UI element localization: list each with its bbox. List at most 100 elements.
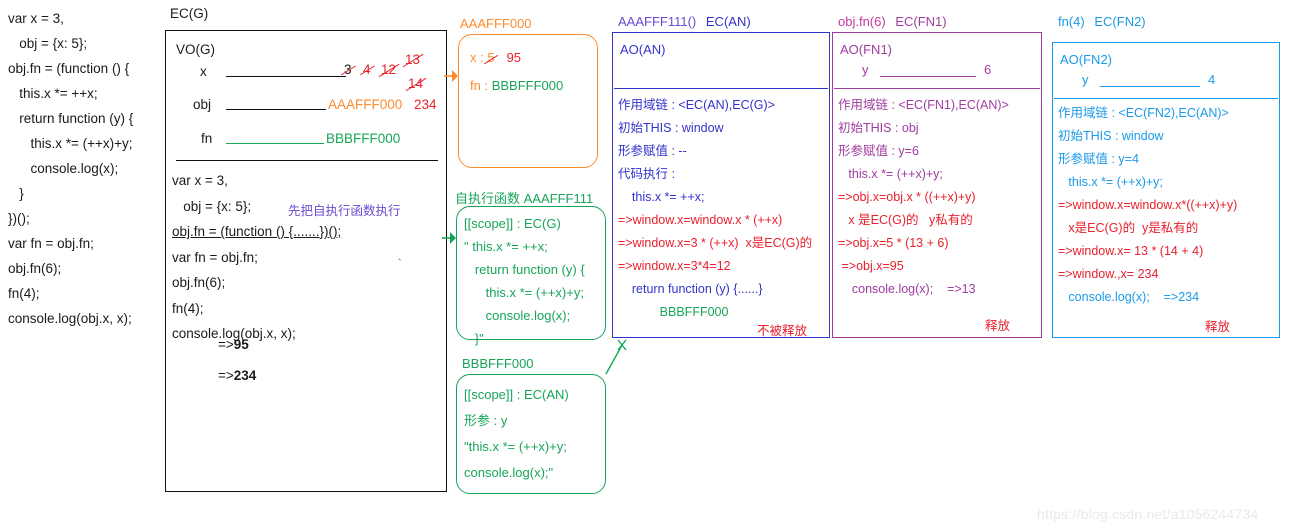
connector-bbb-to-an bbox=[605, 344, 623, 375]
aaa000-value-fn: BBBFFF000 bbox=[491, 78, 564, 93]
fn1-line: 初始THIS : obj bbox=[838, 121, 919, 135]
fn1-line: 作用域链 : <EC(FN1),EC(AN)> bbox=[838, 98, 1009, 112]
pen-mark: ` bbox=[398, 258, 402, 270]
an-line: =>window.x=3*4=12 bbox=[618, 259, 731, 273]
source-line: this.x *= ++x; bbox=[8, 86, 98, 101]
fn2-label-call: fn(4) bbox=[1058, 14, 1085, 29]
fn1-body: 作用域链 : <EC(FN1),EC(AN)> 初始THIS : obj 形参赋… bbox=[838, 94, 1044, 301]
aaa111-line: console.log(x); bbox=[464, 308, 571, 323]
fn2-line: =>window.,x= 234 bbox=[1058, 267, 1159, 281]
fn1-label-ec: EC(FN1) bbox=[895, 14, 947, 29]
fn1-line: this.x *= (++x)+y; bbox=[838, 167, 943, 181]
source-line: var fn = obj.fn; bbox=[8, 236, 94, 251]
an-body: 作用域链 : <EC(AN),EC(G)> 初始THIS : window 形参… bbox=[618, 94, 832, 324]
bbb000-line: 形参 : y bbox=[464, 413, 508, 428]
an-line: 初始THIS : window bbox=[618, 121, 724, 135]
source-line: console.log(x); bbox=[8, 161, 119, 176]
an-label-ec: EC(AN) bbox=[705, 14, 751, 29]
bbb000-line: console.log(x);" bbox=[464, 465, 554, 480]
vo-title: VO(G) bbox=[176, 42, 215, 57]
source-line: this.x *= (++x)+y; bbox=[8, 136, 133, 151]
fn1-label-call: obj.fn(6) bbox=[838, 14, 886, 29]
aaa111-line: [[scope]] : EC(G) bbox=[464, 216, 561, 231]
watermark: https://blog.csdn.net/a1056244734 bbox=[1037, 506, 1259, 522]
ecg-code-line: var x = 3, bbox=[172, 173, 228, 188]
bbb000-line: [[scope]] : EC(AN) bbox=[464, 387, 569, 402]
vo-divider bbox=[176, 160, 438, 161]
result-value: 234 bbox=[233, 368, 257, 383]
source-line: fn(4); bbox=[8, 286, 40, 301]
vo-row-key-obj: obj bbox=[193, 97, 212, 112]
fn1-line: =>obj.x=obj.x * ((++x)+y) bbox=[838, 190, 976, 204]
an-line: 形参赋值 : -- bbox=[618, 144, 687, 158]
aaa000-body: x : 5 95 fn : BBBFFF000 bbox=[470, 44, 594, 100]
bbb000-body: [[scope]] : EC(AN) 形参 : y "this.x *= (++… bbox=[464, 382, 606, 486]
fn2-divider bbox=[1054, 98, 1278, 99]
source-line: console.log(obj.x, x); bbox=[8, 311, 132, 326]
fn2-freed-note: 释放 bbox=[1205, 320, 1231, 334]
fn1-param-key: y bbox=[862, 62, 869, 77]
iife-note: 先把自执行函数执行 bbox=[288, 204, 401, 218]
vo-row-key-fn: fn bbox=[201, 131, 213, 146]
fn2-line: 初始THIS : window bbox=[1058, 129, 1164, 143]
fn1-line: 形参赋值 : y=6 bbox=[838, 144, 919, 158]
aaa111-line: return function (y) { bbox=[464, 262, 585, 277]
connector-bbb-cross-1 bbox=[617, 339, 627, 351]
vo-x-value-3: 3 bbox=[344, 62, 352, 77]
ecg-code-line: fn(4); bbox=[172, 300, 204, 316]
fn2-line: console.log(x); =>234 bbox=[1058, 290, 1200, 304]
fn2-label: fn(4) EC(FN2) bbox=[1058, 14, 1146, 29]
fn1-line: =>obj.x=5 * (13 + 6) bbox=[838, 236, 949, 250]
fn2-ao-title: AO(FN2) bbox=[1060, 52, 1112, 67]
source-line: })(); bbox=[8, 211, 30, 226]
an-label-call: AAAFFF111() bbox=[618, 14, 697, 29]
fn2-label-ec: EC(FN2) bbox=[1094, 14, 1146, 29]
an-line: 作用域链 : <EC(AN),EC(G)> bbox=[618, 98, 775, 112]
source-code-block: var x = 3, obj = {x: 5}; obj.fn = (funct… bbox=[8, 6, 158, 331]
aaa111-label: 自执行函数 AAAFFF111 bbox=[455, 191, 594, 206]
fn1-param-line bbox=[880, 76, 976, 77]
fn2-line: 作用域链 : <EC(FN2),EC(AN)> bbox=[1058, 106, 1229, 120]
source-line: var x = 3, bbox=[8, 11, 64, 26]
fn2-param-line bbox=[1100, 86, 1200, 87]
fn1-line: console.log(x); =>13 bbox=[838, 282, 976, 296]
fn1-divider bbox=[834, 88, 1040, 89]
aaa111-line: " this.x *= ++x; bbox=[464, 239, 548, 254]
ecg-code-line-iife: obj.fn = (function () {.......})(); bbox=[172, 224, 342, 239]
fn1-ao-title: AO(FN1) bbox=[840, 42, 892, 57]
fn1-freed-note: 释放 bbox=[985, 319, 1011, 333]
vo-x-value-13: 13 bbox=[405, 52, 421, 67]
ecg-label: EC(G) bbox=[170, 6, 209, 21]
vo-x-value-4: 4 bbox=[363, 62, 371, 77]
vo-row-line-fn bbox=[226, 143, 324, 144]
vo-row-key-x: x bbox=[200, 64, 207, 79]
fn1-label: obj.fn(6) EC(FN1) bbox=[838, 14, 947, 29]
result-value: 95 bbox=[233, 337, 249, 352]
connector-bbb-cross-2 bbox=[617, 339, 627, 351]
ecg-code-line: obj.fn(6); bbox=[172, 275, 226, 290]
source-line: obj.fn(6); bbox=[8, 261, 62, 276]
an-ao-title: AO(AN) bbox=[620, 42, 666, 57]
aaa000-key-fn: fn : bbox=[470, 78, 492, 93]
aaa111-line: this.x *= (++x)+y; bbox=[464, 285, 584, 300]
source-line: obj.fn = (function () { bbox=[8, 61, 130, 76]
ecg-code-line: console.log(obj.x, x); bbox=[172, 326, 296, 341]
ecg-result-95: =>95 bbox=[218, 337, 249, 352]
source-line: return function (y) { bbox=[8, 111, 134, 126]
vo-row-value-fn: BBBFFF000 bbox=[326, 131, 401, 146]
source-line: obj = {x: 5}; bbox=[8, 36, 88, 51]
fn2-line: =>window.x= 13 * (14 + 4) bbox=[1058, 244, 1204, 258]
an-line: this.x *= ++x; bbox=[618, 190, 705, 204]
vo-row-extra-obj: 234 bbox=[414, 97, 437, 112]
an-label: AAAFFF111() EC(AN) bbox=[618, 14, 751, 29]
an-line: =>window.x=window.x * (++x) bbox=[618, 213, 783, 227]
an-line: =>window.x=3 * (++x) x是EC(G)的 bbox=[618, 236, 813, 250]
aaa111-body: [[scope]] : EC(G) " this.x *= ++x; retur… bbox=[464, 212, 608, 350]
fn2-line: =>window.x=window.x*((++x)+y) bbox=[1058, 198, 1238, 212]
fn2-line: x是EC(G)的 y是私有的 bbox=[1058, 221, 1199, 235]
bbb000-line: "this.x *= (++x)+y; bbox=[464, 439, 567, 454]
fn1-line: x 是EC(G)的 y私有的 bbox=[838, 213, 973, 227]
fn2-line: this.x *= (++x)+y; bbox=[1058, 175, 1163, 189]
an-line: 代码执行 : bbox=[618, 167, 675, 181]
aaa111-line: }" bbox=[464, 331, 484, 346]
